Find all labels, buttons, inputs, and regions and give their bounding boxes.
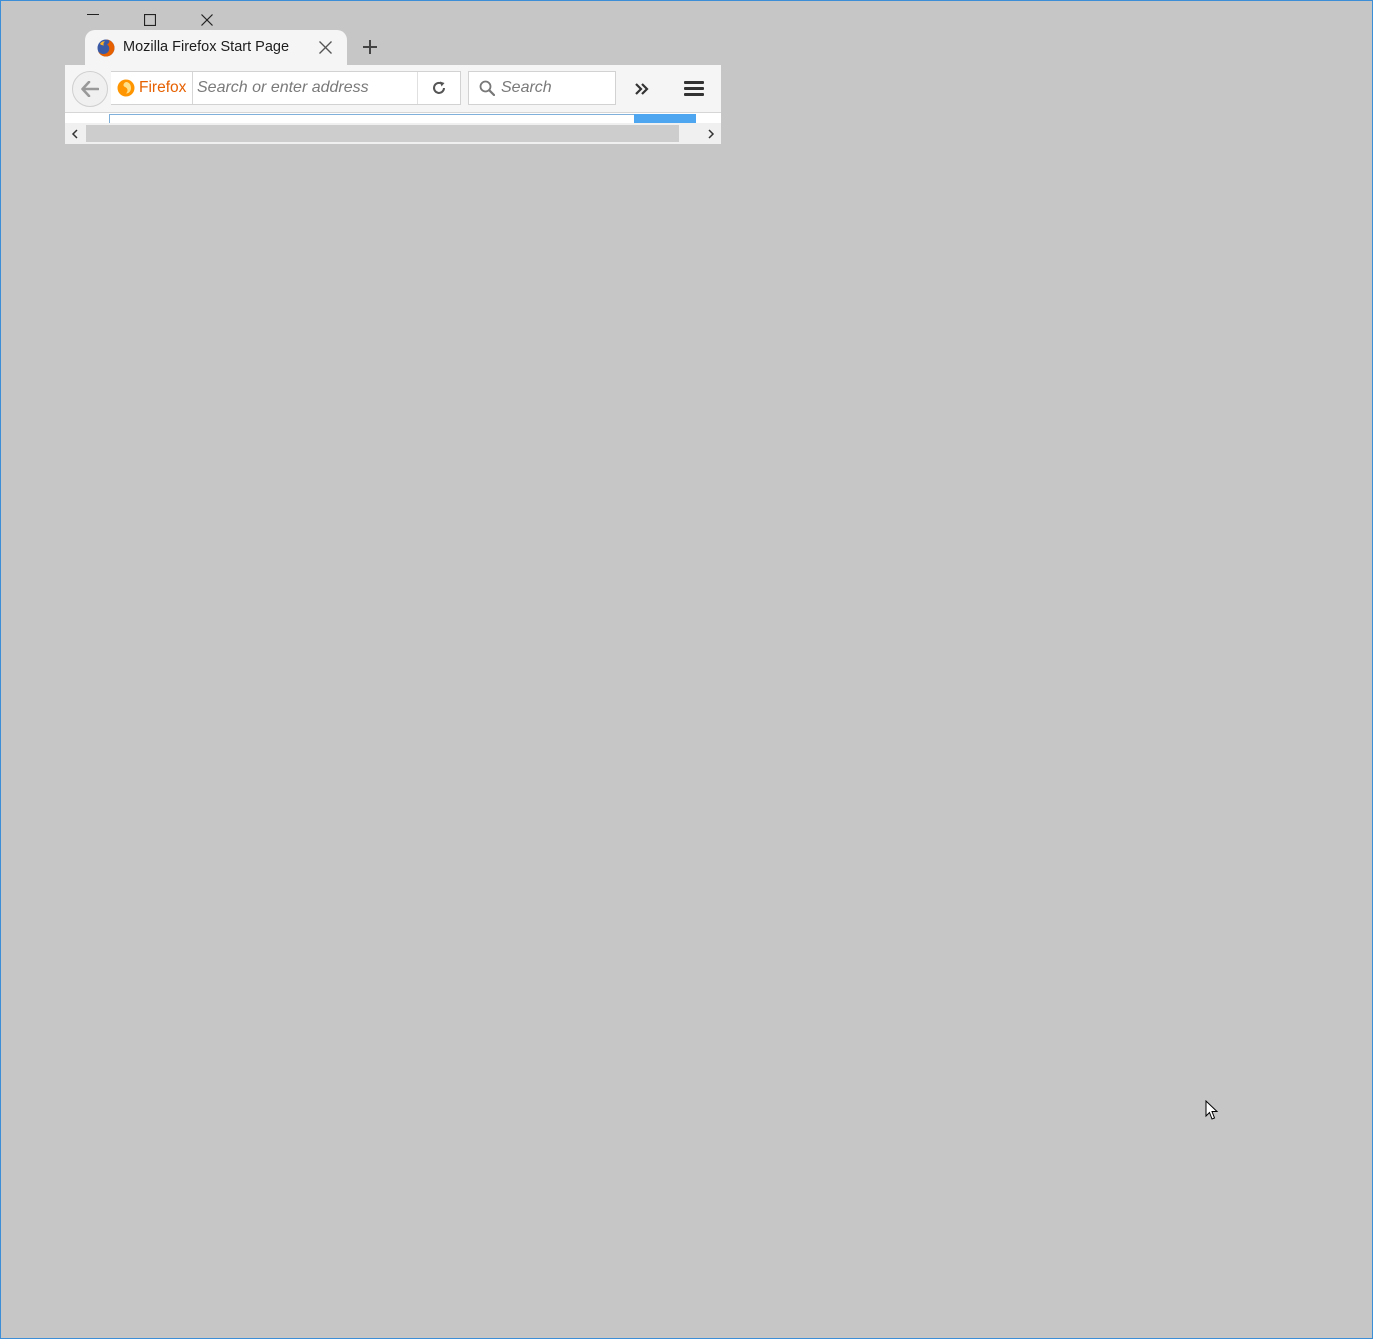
window-close-button[interactable] (193, 9, 221, 31)
toolbar-overflow-button[interactable] (630, 77, 654, 101)
start-page-search-box[interactable] (109, 114, 637, 123)
search-input[interactable] (501, 72, 611, 104)
minimize-button[interactable] (79, 9, 107, 31)
open-menu-button[interactable] (681, 75, 707, 101)
reload-icon (433, 81, 445, 94)
maximize-button[interactable] (136, 9, 164, 31)
maximize-icon (144, 14, 156, 26)
search-bar[interactable] (468, 71, 616, 105)
reload-button[interactable] (417, 72, 460, 104)
horizontal-scrollbar[interactable] (65, 123, 721, 144)
search-icon (479, 80, 495, 96)
scroll-left-button[interactable] (65, 123, 85, 144)
navigation-toolbar: Firefox (65, 65, 721, 113)
tab-close-button[interactable] (317, 39, 333, 55)
identity-label: Firefox (139, 79, 187, 96)
double-chevron-right-icon (635, 83, 649, 95)
mouse-pointer-icon (1205, 1100, 1219, 1120)
close-icon (201, 14, 213, 26)
page-content (65, 113, 721, 123)
chevron-right-icon (708, 128, 715, 139)
arrow-left-icon (81, 81, 99, 97)
tab-firefox-start-page[interactable]: Mozilla Firefox Start Page (85, 30, 347, 65)
desktop: Mozilla Firefox Start Page Firefox Searc… (0, 0, 1373, 1339)
new-tab-button[interactable] (359, 36, 381, 58)
start-page-search-button[interactable] (634, 114, 696, 123)
scrollbar-thumb[interactable] (86, 125, 679, 142)
url-input[interactable] (197, 72, 413, 104)
back-button[interactable] (72, 71, 108, 107)
url-bar[interactable]: Firefox (111, 71, 461, 105)
minimize-icon (87, 14, 99, 15)
scroll-right-button[interactable] (701, 123, 721, 144)
firefox-logo-icon (117, 79, 135, 97)
hamburger-menu-icon (684, 81, 704, 96)
plus-icon (363, 40, 377, 54)
chevron-left-icon (71, 128, 78, 139)
identity-box[interactable]: Firefox (117, 72, 194, 104)
close-icon (318, 40, 332, 54)
firefox-logo-icon (97, 39, 115, 57)
tab-title: Mozilla Firefox Start Page (123, 39, 290, 55)
